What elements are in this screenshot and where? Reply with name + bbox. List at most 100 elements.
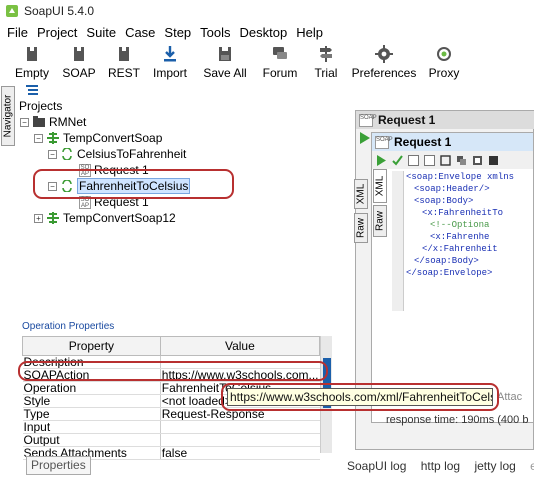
- xml-line: <x:Fahrenhe: [430, 232, 490, 242]
- property-name: Output: [22, 433, 161, 447]
- xml-line: <!--Optiona: [430, 220, 490, 230]
- tree-item-label: Request 1: [94, 163, 149, 177]
- collapse-toggle-icon[interactable]: −: [34, 133, 43, 143]
- forum-chat-icon: [273, 47, 287, 59]
- trial-signpost-icon: [320, 46, 332, 62]
- request-window-title-bar: SOAP Request 1: [356, 111, 534, 129]
- tab-raw-label: Raw: [374, 210, 386, 232]
- soap-badge-icon[interactable]: [424, 154, 435, 166]
- expand-toggle-icon[interactable]: +: [34, 213, 43, 223]
- operation-properties-panel: Operation Properties Property Value Desc…: [22, 321, 334, 460]
- property-value: false: [160, 446, 320, 460]
- tab-http-log[interactable]: http log: [421, 459, 460, 473]
- soap-label: SOAP: [62, 66, 96, 80]
- outer-tab-xml[interactable]: XML: [354, 179, 368, 209]
- operation-icon: [62, 148, 72, 160]
- tab-error-log[interactable]: er: [530, 459, 534, 473]
- properties-button[interactable]: Properties: [26, 456, 91, 475]
- import-label: Import: [152, 66, 187, 80]
- tree-root[interactable]: Projects: [19, 98, 62, 114]
- proxy-button[interactable]: Proxy: [428, 42, 460, 82]
- property-name: Style: [22, 394, 161, 408]
- tree-item-tempconvertsoap12[interactable]: + TempConvertSoap12: [34, 210, 176, 226]
- menu-project[interactable]: Project: [34, 25, 83, 40]
- attachments-tab[interactable]: Attac: [497, 391, 522, 403]
- collapse-all-icon[interactable]: [26, 85, 38, 95]
- table-row[interactable]: SOAPAction https://www.w3schools.com...: [22, 368, 320, 382]
- xml-editor[interactable]: <soap:Envelope xmlns <soap:Header/> <soa…: [392, 171, 534, 311]
- tree-item-fahrenheittocelsius[interactable]: − FahrenheitToCelsius: [48, 178, 191, 194]
- menu-desktop[interactable]: Desktop: [237, 25, 294, 40]
- empty-button[interactable]: Empty: [14, 42, 50, 82]
- menu-file[interactable]: File: [4, 25, 34, 40]
- table-row[interactable]: Output: [22, 433, 320, 447]
- soap-badge-icon[interactable]: [408, 154, 419, 166]
- rest-button[interactable]: REST: [108, 42, 140, 82]
- menu-case[interactable]: Case: [122, 25, 161, 40]
- panel-icon[interactable]: [488, 155, 499, 166]
- window-title: SoapUI 5.4.0: [24, 4, 95, 18]
- collapse-toggle-icon[interactable]: −: [48, 149, 57, 159]
- copy-icon[interactable]: [456, 155, 467, 166]
- main-toolbar: Empty SOAP REST Import Save All Forum Tr…: [0, 42, 534, 82]
- menu-suite[interactable]: Suite: [83, 25, 122, 40]
- property-name: Description: [22, 355, 161, 369]
- soap-request-icon: SOAP: [79, 195, 91, 209]
- maximize-icon[interactable]: [440, 154, 451, 166]
- tree-item-rmnet[interactable]: − RMNet: [20, 114, 86, 130]
- tab-jetty-log[interactable]: jetty log: [474, 459, 515, 473]
- column-header-value[interactable]: Value: [159, 336, 321, 356]
- gear-icon: [375, 45, 393, 63]
- rest-project-icon: [119, 47, 129, 61]
- request-toolbar: [372, 151, 533, 169]
- tab-raw[interactable]: Raw: [373, 205, 387, 237]
- soap-request-icon: SOAP: [359, 113, 377, 127]
- xml-line: </x:Fahrenheit: [422, 244, 498, 254]
- property-value: [160, 420, 320, 434]
- soap-button[interactable]: SOAP: [62, 42, 96, 82]
- tree-item-label: CelsiusToFahrenheit: [77, 147, 187, 161]
- tab-soapui-log[interactable]: SoapUI log: [347, 459, 406, 473]
- table-row[interactable]: Type Request-Response: [22, 407, 320, 421]
- import-button[interactable]: Import: [150, 42, 190, 82]
- add-assertion-icon[interactable]: [392, 154, 403, 166]
- menu-help[interactable]: Help: [293, 25, 329, 40]
- trial-button[interactable]: Trial: [312, 42, 340, 82]
- proxy-label: Proxy: [428, 66, 460, 80]
- tree-item-tempconvertsoap[interactable]: − TempConvertSoap: [34, 130, 162, 146]
- tree-item-request-1[interactable]: SO AP Request 1: [79, 194, 149, 210]
- outer-tab-raw[interactable]: Raw: [354, 213, 368, 243]
- column-header-property[interactable]: Property: [22, 336, 161, 356]
- operation-properties-header: Operation Properties: [22, 321, 115, 332]
- layout-icon[interactable]: [472, 155, 483, 166]
- xml-line: <soap:Envelope xmlns: [406, 172, 515, 182]
- navigator-strip: Navigator: [0, 82, 16, 495]
- soap-project-icon: [74, 47, 84, 61]
- navigator-tab[interactable]: Navigator: [1, 86, 15, 146]
- property-name: Type: [22, 407, 161, 421]
- submit-request-icon[interactable]: [376, 154, 387, 166]
- collapse-toggle-icon[interactable]: −: [48, 181, 57, 191]
- title-bar: SoapUI 5.4.0: [0, 0, 534, 22]
- property-name: Input: [22, 420, 161, 434]
- table-row[interactable]: Description: [22, 355, 320, 369]
- table-row[interactable]: Input: [22, 420, 320, 434]
- menu-tools[interactable]: Tools: [197, 25, 236, 40]
- run-request-icon[interactable]: [358, 131, 372, 145]
- tab-xml[interactable]: XML: [373, 169, 387, 203]
- forum-button[interactable]: Forum: [260, 42, 300, 82]
- preferences-button[interactable]: Preferences: [352, 42, 416, 82]
- import-arrow-icon: [164, 46, 176, 62]
- save-all-button[interactable]: Save All: [202, 42, 248, 82]
- save-all-label: Save All: [203, 66, 247, 80]
- new-project-icon: [27, 47, 37, 61]
- collapse-toggle-icon[interactable]: −: [20, 117, 29, 127]
- soap-request-icon: SOAP: [79, 163, 91, 177]
- trial-label: Trial: [314, 66, 338, 80]
- tree-item-request-1[interactable]: SO AP Request 1: [79, 162, 149, 178]
- menu-step[interactable]: Step: [161, 25, 197, 40]
- tree-item-celsiustofahrenheit[interactable]: − CelsiusToFahrenheit: [48, 146, 186, 162]
- xml-line: </soap:Body>: [414, 256, 479, 266]
- request-window-inner: SOAP Request 1 XML Raw XML Raw <soap:Env…: [354, 132, 534, 423]
- proxy-network-icon: [437, 47, 451, 61]
